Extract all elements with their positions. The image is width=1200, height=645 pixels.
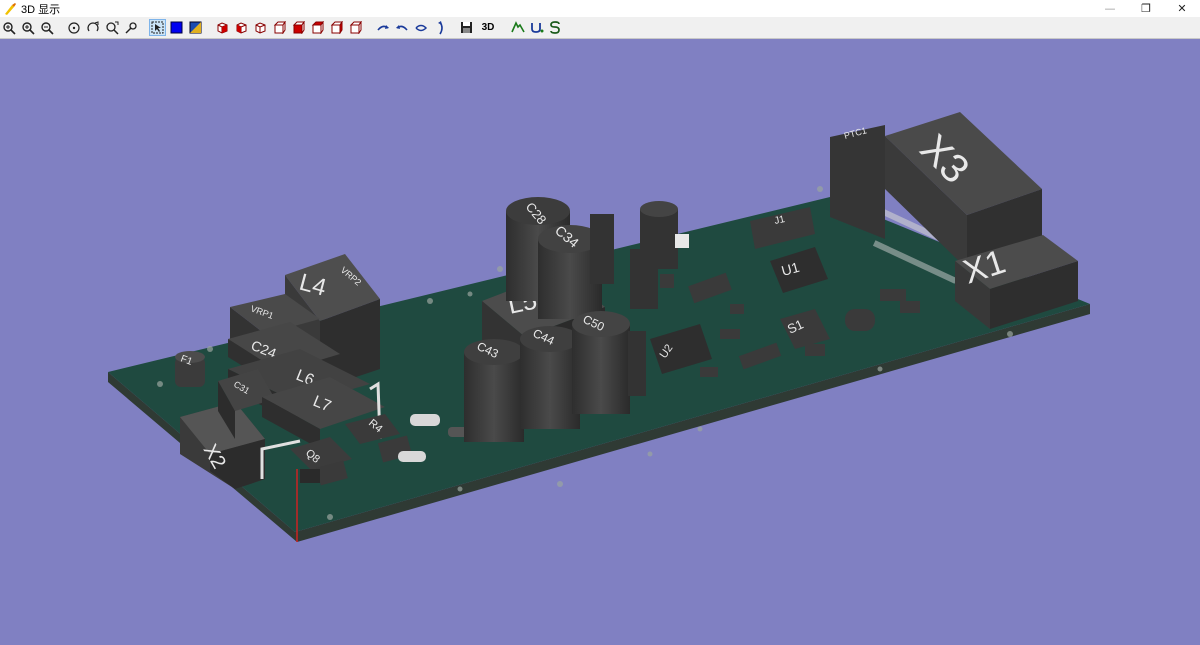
view-iso-button[interactable] bbox=[214, 19, 231, 36]
3d-viewport[interactable]: X2 L4 VRP2 VRP1 C24 L6 C31 L7 F1 Q8 R4 L… bbox=[0, 39, 1200, 645]
zoom-area-button[interactable] bbox=[103, 19, 120, 36]
minimize-button[interactable]: — bbox=[1092, 0, 1128, 17]
export-p-button[interactable] bbox=[509, 19, 526, 36]
zoom-out-button[interactable] bbox=[38, 19, 55, 36]
view-side-button[interactable] bbox=[347, 19, 364, 36]
view-left-icon bbox=[273, 21, 286, 34]
close-button[interactable]: ✕ bbox=[1164, 0, 1200, 17]
view-3d-button[interactable]: 3D bbox=[477, 19, 499, 36]
view-top-icon bbox=[311, 21, 324, 34]
view-front-button[interactable] bbox=[233, 19, 250, 36]
window-controls: — ❐ ✕ bbox=[1092, 0, 1200, 17]
restore-button[interactable]: ❐ bbox=[1128, 0, 1164, 17]
background-blue-icon bbox=[170, 21, 183, 34]
export-s-icon bbox=[549, 21, 560, 34]
view-right-button[interactable] bbox=[290, 19, 307, 36]
rotate-y-button[interactable] bbox=[393, 19, 410, 36]
app-window: 3D 显示 — ❐ ✕ 3D X2 L4 VRP2 VRP1 C24 L6 C3… bbox=[0, 0, 1200, 645]
view-bottom-button[interactable] bbox=[328, 19, 345, 36]
view-front-icon bbox=[236, 22, 247, 34]
rotate-x-button[interactable] bbox=[374, 19, 391, 36]
export-s-button[interactable] bbox=[547, 19, 564, 36]
view-iso-icon bbox=[217, 22, 228, 34]
zoom-fit-button[interactable] bbox=[0, 19, 17, 36]
pcb-3d-scene[interactable]: X2 L4 VRP2 VRP1 C24 L6 C31 L7 F1 Q8 R4 L… bbox=[0, 39, 1200, 645]
save-icon bbox=[461, 22, 472, 33]
zoom-area-icon bbox=[105, 21, 119, 35]
background-gradient-button[interactable] bbox=[187, 19, 204, 36]
zoom-in-icon bbox=[21, 21, 35, 35]
measure-icon bbox=[124, 21, 137, 34]
view-side-icon bbox=[349, 21, 362, 34]
fuse-f1: F1 bbox=[175, 351, 205, 387]
rotate-x-icon bbox=[376, 24, 389, 31]
rotate-z-icon bbox=[414, 24, 427, 31]
zoom-fit-icon bbox=[2, 21, 16, 35]
select-mode-icon bbox=[151, 21, 164, 34]
background-gradient-icon bbox=[189, 21, 202, 34]
view-back-icon bbox=[255, 22, 266, 34]
zoom-in-button[interactable] bbox=[19, 19, 36, 36]
export-u-button[interactable] bbox=[528, 19, 545, 36]
rotate-z-button[interactable] bbox=[412, 19, 429, 36]
background-blue-button[interactable] bbox=[168, 19, 185, 36]
rotate-reset-button[interactable] bbox=[65, 19, 82, 36]
view-3d-label: 3D bbox=[481, 22, 495, 33]
export-p-icon bbox=[510, 21, 525, 33]
app-icon bbox=[5, 2, 16, 15]
rotate-free-button[interactable] bbox=[84, 19, 101, 36]
view-back-button[interactable] bbox=[252, 19, 269, 36]
zoom-out-icon bbox=[40, 21, 54, 35]
measure-button[interactable] bbox=[122, 19, 139, 36]
rotate-free-icon bbox=[86, 20, 99, 31]
rotate-y-icon bbox=[395, 24, 408, 31]
toolbar: 3D bbox=[0, 17, 1200, 39]
flip-button[interactable] bbox=[431, 19, 448, 36]
capacitor-c44: C44 bbox=[520, 326, 580, 429]
save-button[interactable] bbox=[458, 19, 475, 36]
view-left-button[interactable] bbox=[271, 19, 288, 36]
view-right-icon bbox=[292, 21, 305, 34]
title-bar: 3D 显示 — ❐ ✕ bbox=[0, 0, 1200, 17]
view-bottom-icon bbox=[330, 21, 343, 34]
rotate-reset-icon bbox=[67, 21, 80, 34]
view-top-button[interactable] bbox=[309, 19, 326, 36]
export-u-icon bbox=[530, 23, 543, 33]
flip-icon bbox=[437, 20, 443, 34]
window-title: 3D 显示 bbox=[21, 3, 61, 16]
capacitor-c50: C50 bbox=[572, 311, 630, 414]
capacitor-c43: C43 bbox=[464, 339, 524, 442]
select-mode-button[interactable] bbox=[149, 19, 166, 36]
